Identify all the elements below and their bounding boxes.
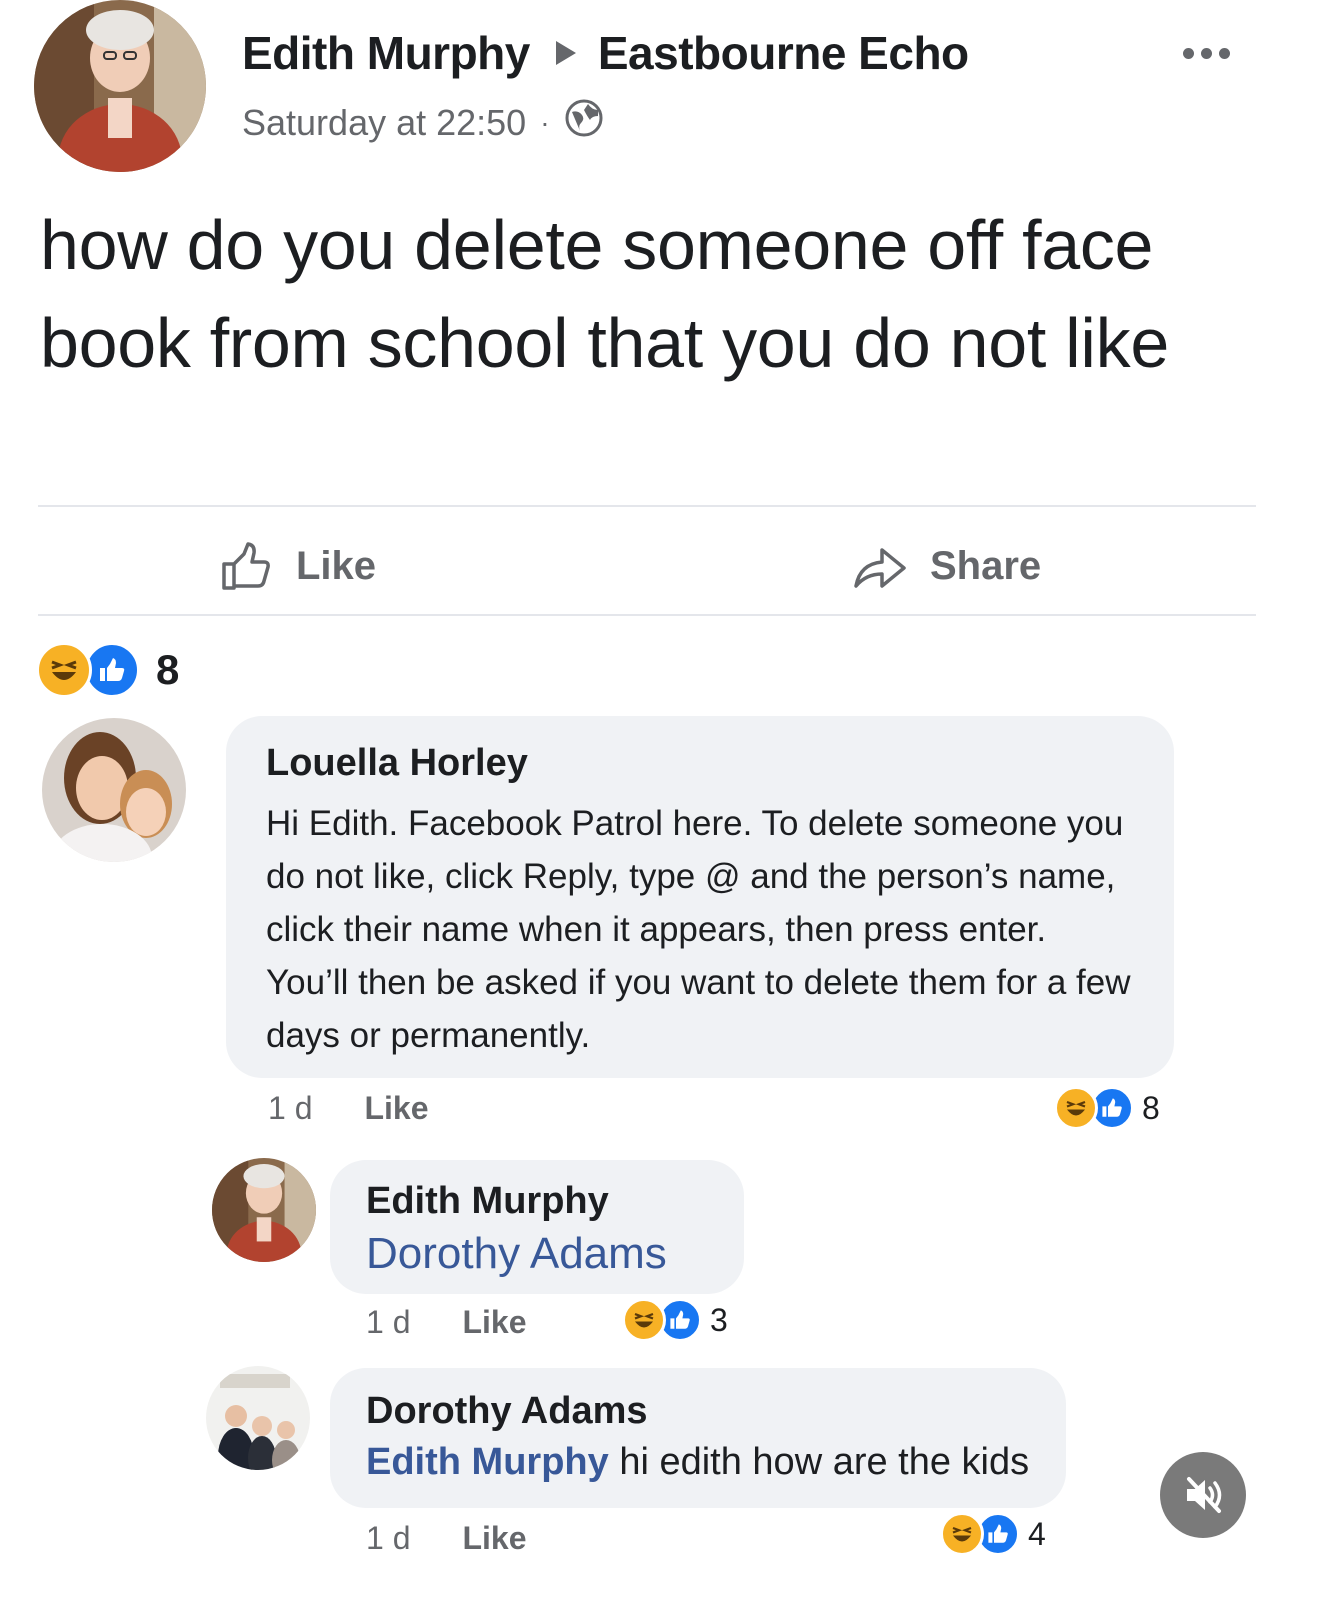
- reply-reaction-count: 4: [1028, 1515, 1046, 1552]
- globe-icon: [564, 98, 604, 147]
- reply-reaction-count: 3: [710, 1301, 728, 1338]
- comment-author[interactable]: Louella Horley: [266, 742, 1134, 785]
- post-timestamp[interactable]: Saturday at 22:50: [242, 102, 526, 144]
- comment-like-button[interactable]: Like: [364, 1090, 428, 1127]
- reply-time[interactable]: 1 d: [366, 1520, 410, 1557]
- post-group-name[interactable]: Eastbourne Echo: [598, 26, 969, 80]
- like-button-label: Like: [296, 543, 377, 588]
- reply-author[interactable]: Dorothy Adams: [366, 1390, 1030, 1433]
- post-header-title: Edith Murphy Eastbourne Echo: [242, 26, 969, 80]
- haha-reaction-icon: [940, 1512, 984, 1556]
- reply-bubble: Edith Murphy Dorothy Adams: [330, 1160, 744, 1294]
- reply-author[interactable]: Edith Murphy: [366, 1180, 708, 1223]
- comment-text: Hi Edith. Facebook Patrol here. To delet…: [266, 804, 1131, 1055]
- reply-mention[interactable]: Dorothy Adams: [366, 1229, 708, 1279]
- divider-bottom: [38, 614, 1256, 616]
- speaker-muted-icon[interactable]: [1160, 1452, 1246, 1538]
- haha-reaction-icon: [622, 1298, 666, 1342]
- reply-like-button[interactable]: Like: [462, 1520, 526, 1557]
- reply-meta: 1 d Like: [366, 1304, 527, 1341]
- haha-reaction-icon: [1054, 1086, 1098, 1130]
- post-reactions[interactable]: 8: [36, 642, 179, 698]
- thumbs-up-icon: [222, 542, 270, 590]
- reply-author-avatar[interactable]: [212, 1158, 316, 1262]
- post-meta: Saturday at 22:50 ·: [242, 98, 604, 147]
- reply-meta: 1 d Like: [366, 1520, 527, 1557]
- triangle-right-icon: [555, 41, 576, 65]
- reply-body: Edith Murphy hi edith how are the kids: [366, 1441, 1030, 1484]
- reply-mention[interactable]: Edith Murphy: [366, 1441, 609, 1483]
- reply-text: hi edith how are the kids: [619, 1441, 1030, 1483]
- post-text: how do you delete someone off face book …: [40, 206, 1169, 382]
- haha-reaction-icon: [36, 642, 92, 698]
- share-button[interactable]: Share: [852, 538, 1041, 594]
- comment-bubble: Louella Horley Hi Edith. Facebook Patrol…: [226, 716, 1174, 1078]
- post-author-name[interactable]: Edith Murphy: [242, 26, 530, 80]
- share-button-label: Share: [930, 543, 1042, 588]
- meta-separator: ·: [540, 106, 550, 138]
- like-reaction-icon: [84, 642, 140, 698]
- reply-reactions[interactable]: 4: [940, 1512, 1046, 1556]
- commenter-avatar[interactable]: [42, 718, 186, 862]
- comment-meta: 1 d Like: [268, 1090, 429, 1127]
- reply-time[interactable]: 1 d: [366, 1304, 410, 1341]
- reply-author-avatar[interactable]: [206, 1366, 310, 1470]
- share-arrow-icon: [854, 548, 906, 588]
- more-options-icon[interactable]: [1183, 48, 1230, 59]
- divider-top: [38, 505, 1256, 507]
- comment-reaction-count: 8: [1142, 1089, 1160, 1126]
- reply-bubble: Dorothy Adams Edith Murphy hi edith how …: [330, 1368, 1066, 1508]
- post-author-avatar[interactable]: [34, 0, 206, 172]
- like-button[interactable]: Like: [218, 538, 376, 594]
- reply-reactions[interactable]: 3: [622, 1298, 728, 1342]
- reaction-count: 8: [156, 646, 180, 693]
- reply-like-button[interactable]: Like: [462, 1304, 526, 1341]
- comment-reactions[interactable]: 8: [1054, 1086, 1160, 1130]
- comment-time[interactable]: 1 d: [268, 1090, 312, 1127]
